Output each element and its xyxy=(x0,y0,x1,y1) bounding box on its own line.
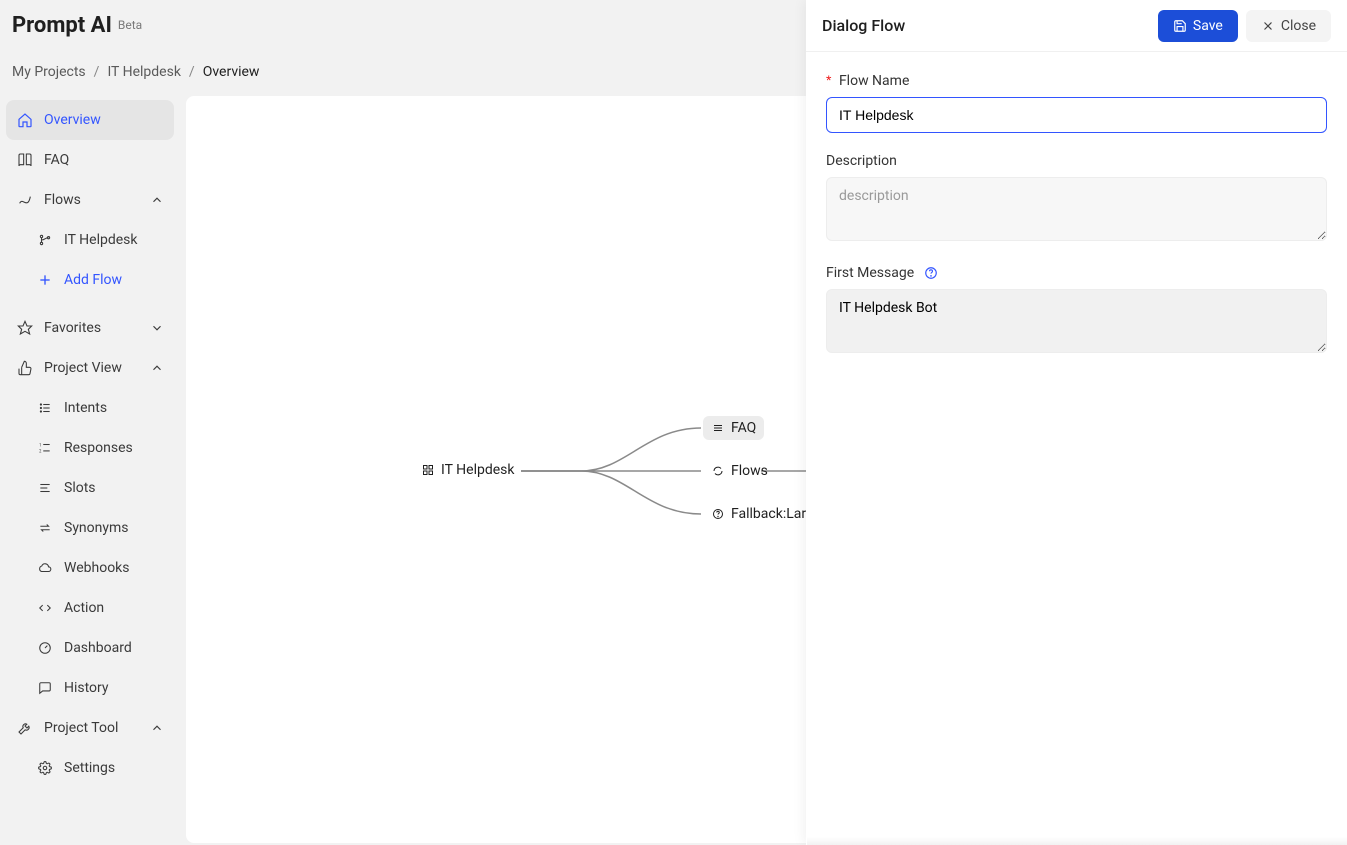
sidebar-item-label: Action xyxy=(64,600,104,616)
branch-icon xyxy=(36,231,54,249)
chevron-up-icon xyxy=(150,721,164,735)
sidebar-item-overview[interactable]: Overview xyxy=(6,100,174,140)
sidebar-item-responses[interactable]: 12 Responses xyxy=(6,428,174,468)
node-label: Fallback:Lar xyxy=(731,506,806,522)
sidebar-item-history[interactable]: History xyxy=(6,668,174,708)
message-icon xyxy=(36,679,54,697)
sidebar-item-project-tool[interactable]: Project Tool xyxy=(6,708,174,748)
sidebar-item-label: Overview xyxy=(44,112,101,128)
loop-icon xyxy=(711,464,725,478)
list-ordered-icon: 12 xyxy=(36,439,54,457)
home-icon xyxy=(16,111,34,129)
sidebar-item-webhooks[interactable]: Webhooks xyxy=(6,548,174,588)
node-label: FAQ xyxy=(731,420,756,436)
sidebar-item-label: Webhooks xyxy=(64,560,130,576)
canvas-node-faq[interactable]: FAQ xyxy=(703,416,764,440)
sidebar-item-dashboard[interactable]: Dashboard xyxy=(6,628,174,668)
sidebar: Overview FAQ Flows xyxy=(0,94,184,845)
drawer-title: Dialog Flow xyxy=(822,16,905,35)
breadcrumb-current: Overview xyxy=(203,64,260,80)
button-label: Save xyxy=(1193,18,1223,34)
button-label: Close xyxy=(1281,18,1316,34)
sidebar-item-flow-it-helpdesk[interactable]: IT Helpdesk xyxy=(6,220,174,260)
sidebar-item-label: Dashboard xyxy=(64,640,132,656)
sidebar-item-label: IT Helpdesk xyxy=(64,232,137,248)
app-logo: Prompt AI xyxy=(12,13,112,38)
help-icon[interactable] xyxy=(924,266,938,280)
star-icon xyxy=(16,319,34,337)
list-icon xyxy=(36,399,54,417)
first-message-textarea[interactable] xyxy=(826,289,1327,353)
grid-icon xyxy=(421,463,435,477)
sidebar-item-label: Add Flow xyxy=(64,272,122,288)
sidebar-item-project-view[interactable]: Project View xyxy=(6,348,174,388)
sidebar-item-faq[interactable]: FAQ xyxy=(6,140,174,180)
flow-name-input[interactable] xyxy=(826,97,1327,133)
sidebar-item-settings[interactable]: Settings xyxy=(6,748,174,788)
tools-icon xyxy=(16,719,34,737)
question-icon xyxy=(711,507,725,521)
canvas-node-flows[interactable]: Flows xyxy=(703,459,776,483)
description-textarea[interactable] xyxy=(826,177,1327,241)
thumbs-up-icon xyxy=(16,359,34,377)
sidebar-item-favorites[interactable]: Favorites xyxy=(6,308,174,348)
save-icon xyxy=(1173,19,1187,33)
sidebar-item-label: Flows xyxy=(44,192,81,208)
chevron-up-icon xyxy=(150,193,164,207)
breadcrumb-root[interactable]: My Projects xyxy=(12,64,86,80)
cloud-icon xyxy=(36,559,54,577)
canvas-node-root[interactable]: IT Helpdesk xyxy=(413,458,522,482)
gauge-icon xyxy=(36,639,54,657)
code-icon xyxy=(36,599,54,617)
dialog-flow-drawer: Dialog Flow Save Close xyxy=(806,0,1347,845)
drawer-header: Dialog Flow Save Close xyxy=(806,0,1347,52)
node-label: Flows xyxy=(731,463,768,479)
sidebar-item-label: Project Tool xyxy=(44,720,118,736)
swap-icon xyxy=(36,519,54,537)
sidebar-item-label: Responses xyxy=(64,440,133,456)
breadcrumb-separator: / xyxy=(94,64,100,80)
save-button[interactable]: Save xyxy=(1158,10,1238,42)
bars-icon xyxy=(36,479,54,497)
sidebar-add-flow[interactable]: Add Flow xyxy=(6,260,174,300)
breadcrumb-project[interactable]: IT Helpdesk xyxy=(107,64,180,80)
sidebar-item-label: Project View xyxy=(44,360,122,376)
svg-text:2: 2 xyxy=(39,449,42,454)
required-indicator: * xyxy=(826,72,831,88)
sidebar-item-synonyms[interactable]: Synonyms xyxy=(6,508,174,548)
chevron-up-icon xyxy=(150,361,164,375)
canvas-node-fallback[interactable]: Fallback:Lar xyxy=(703,502,814,526)
description-label: Description xyxy=(826,153,1327,169)
first-message-label: First Message xyxy=(826,265,1327,281)
app-badge: Beta xyxy=(118,18,142,32)
sidebar-item-label: Favorites xyxy=(44,320,101,336)
node-label: IT Helpdesk xyxy=(441,462,514,478)
close-icon xyxy=(1261,19,1275,33)
flow-name-label: * Flow Name xyxy=(826,72,1327,89)
gear-icon xyxy=(36,759,54,777)
sidebar-item-label: History xyxy=(64,680,109,696)
close-button[interactable]: Close xyxy=(1246,10,1331,42)
sidebar-item-label: Synonyms xyxy=(64,520,129,536)
sidebar-item-action[interactable]: Action xyxy=(6,588,174,628)
sidebar-item-slots[interactable]: Slots xyxy=(6,468,174,508)
sidebar-item-label: Slots xyxy=(64,480,96,496)
sidebar-item-label: Settings xyxy=(64,760,115,776)
sidebar-item-intents[interactable]: Intents xyxy=(6,388,174,428)
plus-icon xyxy=(36,271,54,289)
chevron-down-icon xyxy=(150,321,164,335)
lines-icon xyxy=(711,421,725,435)
sidebar-item-label: FAQ xyxy=(44,152,69,168)
breadcrumb-separator: / xyxy=(189,64,195,80)
book-icon xyxy=(16,151,34,169)
drawer-body: * Flow Name Description First Message xyxy=(806,52,1347,845)
svg-text:1: 1 xyxy=(39,442,41,447)
sidebar-item-label: Intents xyxy=(64,400,107,416)
sidebar-item-flows[interactable]: Flows xyxy=(6,180,174,220)
flow-icon xyxy=(16,191,34,209)
